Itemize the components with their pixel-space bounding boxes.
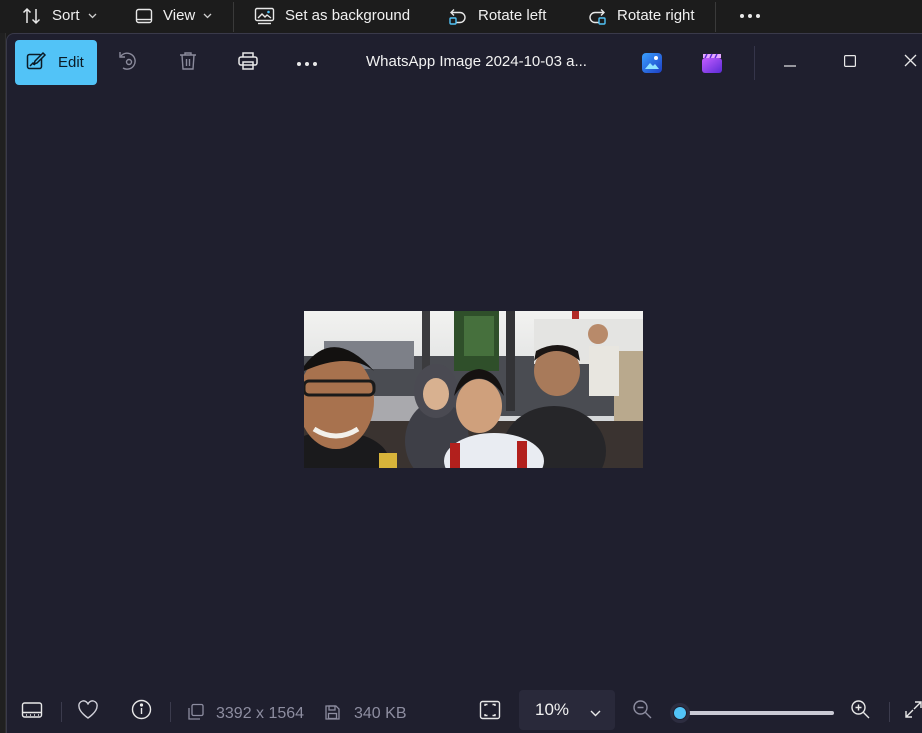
view-icon — [135, 8, 153, 24]
divider — [889, 702, 890, 722]
divider — [170, 702, 171, 722]
edit-icon — [26, 51, 48, 75]
photo-image[interactable] — [304, 311, 643, 468]
file-size: 340 KB — [354, 705, 407, 722]
maximize-button[interactable] — [835, 48, 865, 78]
more-icon — [296, 54, 318, 72]
fullscreen-icon — [904, 700, 922, 724]
zoom-out-button[interactable] — [631, 699, 653, 725]
explorer-command-bar: Sort View Set as background Rotate left … — [0, 0, 922, 33]
divider — [61, 702, 62, 722]
divider — [233, 2, 234, 32]
view-label: View — [163, 7, 196, 24]
more-icon — [739, 13, 761, 19]
status-bar: 3392 x 1564 340 KB 10% — [7, 688, 922, 733]
close-button[interactable] — [895, 48, 922, 78]
info-icon — [131, 699, 152, 725]
heart-icon — [77, 699, 99, 725]
clipchamp-button[interactable] — [700, 51, 724, 75]
edit-button[interactable]: Edit — [15, 40, 97, 85]
more-options-button[interactable] — [294, 50, 320, 76]
view-button[interactable]: View — [135, 0, 212, 31]
zoom-slider[interactable] — [670, 703, 834, 723]
photos-toolbar: Edit WhatsApp Image 2024-10-03 a... — [7, 34, 922, 92]
fit-screen-icon — [479, 700, 501, 725]
filmstrip-button[interactable] — [21, 701, 43, 723]
rotate-right-label: Rotate right — [617, 7, 695, 24]
divider — [715, 2, 716, 32]
print-button[interactable] — [235, 50, 261, 76]
favorite-button[interactable] — [77, 699, 99, 725]
minimize-button[interactable] — [775, 48, 805, 78]
chevron-down-icon — [88, 13, 97, 19]
designer-button[interactable] — [640, 51, 664, 75]
minimize-icon — [784, 54, 796, 72]
zoom-in-icon — [850, 699, 871, 725]
dimensions-icon — [187, 701, 205, 723]
rotate-right-icon — [587, 6, 607, 26]
zoom-in-button[interactable] — [849, 699, 871, 725]
delete-button[interactable] — [175, 50, 201, 76]
zoom-slider-thumb[interactable] — [670, 703, 690, 723]
clipchamp-icon — [700, 53, 724, 79]
file-title: WhatsApp Image 2024-10-03 a... — [366, 53, 587, 70]
divider — [754, 46, 755, 80]
rotate-right-button[interactable]: Rotate right — [587, 0, 695, 31]
set-background-label: Set as background — [285, 7, 411, 24]
more-options-button[interactable] — [739, 0, 761, 31]
edit-label: Edit — [58, 54, 84, 71]
designer-icon — [640, 53, 664, 79]
rotate-button[interactable] — [115, 50, 141, 76]
sort-button[interactable]: Sort — [22, 0, 97, 31]
close-icon — [904, 54, 917, 72]
photos-window: Edit WhatsApp Image 2024-10-03 a... 3392… — [6, 33, 922, 733]
info-button[interactable] — [130, 699, 152, 725]
fit-screen-button[interactable] — [479, 700, 501, 725]
delete-icon — [178, 50, 198, 77]
photo-canvas[interactable] — [7, 92, 922, 688]
sort-icon — [22, 7, 42, 25]
sort-label: Sort — [52, 7, 80, 24]
zoom-dropdown[interactable]: 10% — [519, 690, 615, 730]
file-size-icon — [323, 701, 341, 723]
chevron-down-icon — [590, 702, 601, 722]
rotate-left-icon — [448, 6, 468, 26]
set-background-button[interactable]: Set as background — [254, 0, 410, 31]
rotate-icon — [117, 50, 139, 77]
set-background-icon — [254, 7, 275, 25]
image-dimensions: 3392 x 1564 — [216, 705, 305, 722]
fullscreen-button[interactable] — [904, 701, 922, 723]
rotate-left-label: Rotate left — [478, 7, 547, 24]
zoom-value: 10% — [535, 700, 570, 719]
zoom-out-icon — [632, 699, 653, 725]
rotate-left-button[interactable]: Rotate left — [448, 0, 546, 31]
chevron-down-icon — [203, 13, 212, 19]
maximize-icon — [844, 54, 857, 72]
print-icon — [237, 51, 259, 76]
filmstrip-icon — [21, 701, 43, 724]
